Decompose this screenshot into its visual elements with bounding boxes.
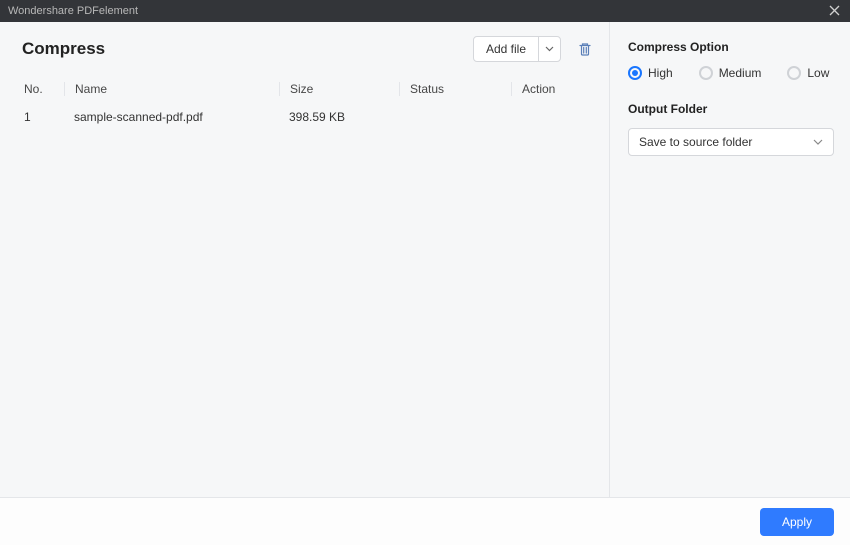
apply-button[interactable]: Apply (760, 508, 834, 536)
close-icon[interactable] (827, 3, 842, 19)
file-list-panel: Compress Add file No. Name Size Sta (0, 22, 610, 497)
col-header-size: Size (279, 82, 399, 96)
add-file-group: Add file (473, 36, 561, 62)
output-folder-select[interactable]: Save to source folder (628, 128, 834, 156)
footer: Apply (0, 497, 850, 545)
compress-level-group: High Medium Low (628, 66, 834, 80)
radio-icon (699, 66, 713, 80)
radio-label: Low (807, 66, 829, 80)
add-file-dropdown[interactable] (538, 37, 560, 61)
cell-size: 398.59 KB (279, 110, 399, 124)
cell-action (511, 110, 595, 124)
output-folder-heading: Output Folder (628, 102, 834, 116)
select-value: Save to source folder (639, 135, 752, 149)
radio-medium[interactable]: Medium (699, 66, 762, 80)
page-title: Compress (22, 39, 105, 59)
cell-name: sample-scanned-pdf.pdf (64, 110, 279, 124)
radio-high[interactable]: High (628, 66, 673, 80)
titlebar: Wondershare PDFelement (0, 0, 850, 22)
table-header: No. Name Size Status Action (22, 76, 595, 102)
delete-button[interactable] (575, 39, 595, 59)
options-panel: Compress Option High Medium Low Output F… (610, 22, 850, 497)
app-title: Wondershare PDFelement (8, 5, 138, 17)
radio-label: High (648, 66, 673, 80)
radio-low[interactable]: Low (787, 66, 829, 80)
col-header-name: Name (64, 82, 279, 96)
compress-option-heading: Compress Option (628, 40, 834, 54)
cell-no: 1 (22, 110, 64, 124)
add-file-button[interactable]: Add file (474, 37, 538, 61)
col-header-action: Action (511, 82, 595, 96)
radio-icon (787, 66, 801, 80)
trash-icon (577, 41, 593, 57)
main-area: Compress Add file No. Name Size Sta (0, 22, 850, 497)
col-header-status: Status (399, 82, 511, 96)
radio-label: Medium (719, 66, 762, 80)
col-header-no: No. (22, 82, 64, 96)
chevron-down-icon (545, 46, 554, 52)
table-row[interactable]: 1 sample-scanned-pdf.pdf 398.59 KB (22, 102, 595, 130)
cell-status (399, 110, 511, 124)
radio-icon (628, 66, 642, 80)
chevron-down-icon (813, 139, 823, 145)
left-header: Compress Add file (22, 36, 595, 62)
header-actions: Add file (473, 36, 595, 62)
